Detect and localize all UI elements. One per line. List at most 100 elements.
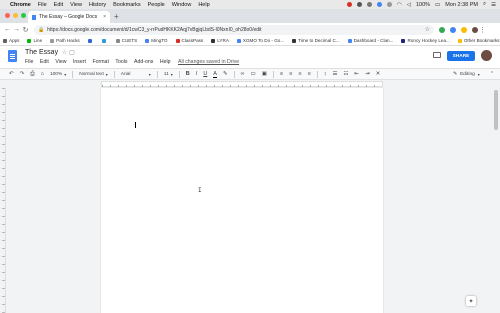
share-button[interactable]: SHARE bbox=[447, 51, 475, 61]
battery-icon[interactable]: ▭ bbox=[435, 2, 440, 8]
status-icon[interactable] bbox=[366, 2, 372, 7]
menu-people[interactable]: People bbox=[148, 2, 165, 8]
highlight-icon[interactable]: ✎ bbox=[223, 71, 228, 77]
bulleted-list-icon[interactable]: ☷ bbox=[343, 71, 348, 77]
zoom-select[interactable]: 100% ▾ bbox=[50, 72, 66, 77]
decrease-indent-icon[interactable]: ⇤ bbox=[354, 71, 359, 77]
docs-menu-insert[interactable]: Insert bbox=[73, 59, 86, 65]
folder-icon[interactable]: ▢ bbox=[69, 50, 75, 56]
document-title[interactable]: The Essay bbox=[25, 49, 58, 56]
text-color-button[interactable]: A bbox=[213, 71, 217, 78]
status-icon[interactable] bbox=[386, 2, 392, 7]
link-icon[interactable]: ∞ bbox=[241, 71, 245, 77]
chrome-menu-icon[interactable]: ⋮ bbox=[478, 26, 487, 34]
menu-file[interactable]: File bbox=[38, 2, 47, 8]
battery-percent[interactable]: 100% bbox=[416, 2, 430, 8]
bold-button[interactable]: B bbox=[186, 71, 190, 77]
docs-menu-edit[interactable]: Edit bbox=[40, 59, 49, 65]
menu-list-icon[interactable]: ☰ bbox=[491, 2, 496, 8]
volume-icon[interactable]: ◁ bbox=[407, 2, 411, 8]
search-icon[interactable]: ⌕ bbox=[483, 1, 486, 8]
italic-button[interactable]: I bbox=[196, 71, 198, 77]
zoom-window-button[interactable] bbox=[21, 13, 26, 18]
print-icon[interactable]: ⎙ bbox=[30, 71, 34, 78]
explore-button[interactable]: ✦ bbox=[466, 296, 476, 306]
menu-bookmarks[interactable]: Bookmarks bbox=[113, 2, 141, 8]
close-window-button[interactable] bbox=[5, 13, 10, 18]
menu-window[interactable]: Window bbox=[172, 2, 192, 8]
menu-edit[interactable]: Edit bbox=[54, 2, 63, 8]
undo-icon[interactable]: ↶ bbox=[9, 71, 14, 77]
bookmark-icon-only[interactable] bbox=[101, 38, 108, 43]
extension-icon[interactable] bbox=[461, 26, 467, 33]
reload-button[interactable]: ↻ bbox=[21, 26, 30, 34]
back-button[interactable]: ← bbox=[3, 26, 12, 33]
bookmark-dashboard[interactable]: Dashboard - Clan... bbox=[347, 38, 393, 43]
save-status[interactable]: All changes saved in Drive bbox=[178, 59, 239, 65]
bookmark-roncy[interactable]: Roncy Hockey Lea... bbox=[401, 38, 450, 43]
scrollbar-thumb[interactable] bbox=[494, 90, 498, 130]
justify-icon[interactable]: ≡ bbox=[308, 71, 311, 77]
forward-button[interactable]: → bbox=[12, 26, 21, 33]
bookmark-classpass[interactable]: ClassPass bbox=[175, 38, 203, 43]
docs-menu-addons[interactable]: Add-ons bbox=[134, 59, 153, 65]
extension-icon[interactable] bbox=[439, 26, 445, 33]
line-spacing-icon[interactable]: ↕ bbox=[324, 71, 327, 77]
menu-history[interactable]: History bbox=[89, 2, 106, 8]
docs-menu-file[interactable]: File bbox=[25, 59, 33, 65]
comment-icon[interactable]: ▭ bbox=[251, 71, 256, 77]
font-size-select[interactable]: 11 ▾ bbox=[164, 72, 173, 77]
image-icon[interactable]: ▣ bbox=[262, 71, 267, 77]
document-page[interactable]: I bbox=[101, 88, 383, 313]
avatar[interactable] bbox=[481, 50, 492, 61]
docs-menu-view[interactable]: View bbox=[55, 59, 66, 65]
docs-menu-tools[interactable]: Tools bbox=[115, 59, 127, 65]
browser-tab[interactable]: The Essay – Google Docs × bbox=[28, 11, 110, 23]
clock[interactable]: Mon 2:38 PM bbox=[445, 2, 478, 8]
font-select[interactable]: Arial ▾ bbox=[121, 72, 151, 77]
bookmark-mingto[interactable]: MingTO bbox=[145, 38, 168, 43]
bookmark-star-icon[interactable]: ☆ bbox=[425, 26, 430, 33]
bookmark-time-decimal[interactable]: Time to Decimal C... bbox=[292, 38, 340, 43]
lock-icon[interactable]: 🔒 bbox=[38, 27, 44, 33]
paint-format-icon[interactable]: ⌂ bbox=[41, 71, 44, 77]
bookmark-path-hacks[interactable]: Path Hacks bbox=[50, 38, 80, 43]
bookmark-apps[interactable]: Apps bbox=[3, 38, 19, 43]
bookmark-lyra[interactable]: LYRA bbox=[211, 38, 229, 43]
comments-icon[interactable] bbox=[433, 52, 441, 58]
bookmark-xgmo[interactable]: XGMO To Do - Go... bbox=[236, 38, 284, 43]
menu-chrome[interactable]: Chrome bbox=[10, 2, 31, 8]
wifi-icon[interactable]: ◠ bbox=[397, 2, 402, 8]
star-icon[interactable]: ☆ bbox=[62, 50, 67, 56]
menu-help[interactable]: Help bbox=[198, 2, 209, 8]
url-text[interactable]: https://docs.google.com/document/d/1cwC3… bbox=[47, 27, 261, 33]
menu-view[interactable]: View bbox=[70, 2, 82, 8]
status-icon[interactable] bbox=[356, 2, 362, 7]
minimize-window-button[interactable] bbox=[13, 13, 18, 18]
docs-menu-help[interactable]: Help bbox=[160, 59, 171, 65]
address-bar[interactable]: 🔒 https://docs.google.com/document/d/1cw… bbox=[34, 24, 434, 35]
ruler-track[interactable] bbox=[101, 81, 383, 87]
docs-menu-format[interactable]: Format bbox=[92, 59, 108, 65]
increase-indent-icon[interactable]: ⇥ bbox=[365, 71, 370, 77]
clear-formatting-icon[interactable]: ✕ bbox=[376, 71, 381, 77]
status-icon[interactable] bbox=[376, 2, 382, 7]
editing-mode-select[interactable]: ✎ Editing ▾ bbox=[453, 72, 480, 77]
bookmark-line[interactable]: Line bbox=[27, 38, 42, 43]
other-bookmarks[interactable]: Other Bookmarks bbox=[457, 38, 500, 43]
new-tab-button[interactable]: + bbox=[114, 12, 119, 21]
underline-button[interactable]: U bbox=[203, 71, 207, 77]
numbered-list-icon[interactable]: ☰ bbox=[333, 71, 338, 77]
close-tab-icon[interactable]: × bbox=[103, 14, 106, 20]
docs-logo-icon[interactable] bbox=[8, 50, 17, 62]
redo-icon[interactable]: ↷ bbox=[20, 71, 25, 77]
align-left-icon[interactable]: ≡ bbox=[280, 71, 283, 77]
bookmark-cuets[interactable]: CUETS bbox=[115, 38, 137, 43]
extension-icon[interactable] bbox=[450, 26, 456, 33]
align-right-icon[interactable]: ≡ bbox=[298, 71, 301, 77]
status-icon[interactable] bbox=[346, 2, 352, 7]
align-center-icon[interactable]: ≡ bbox=[289, 71, 292, 77]
style-select[interactable]: Normal text ▾ bbox=[79, 72, 108, 77]
bookmark-icon-only[interactable] bbox=[87, 38, 94, 43]
collapse-icon[interactable]: ⌃ bbox=[490, 71, 494, 77]
